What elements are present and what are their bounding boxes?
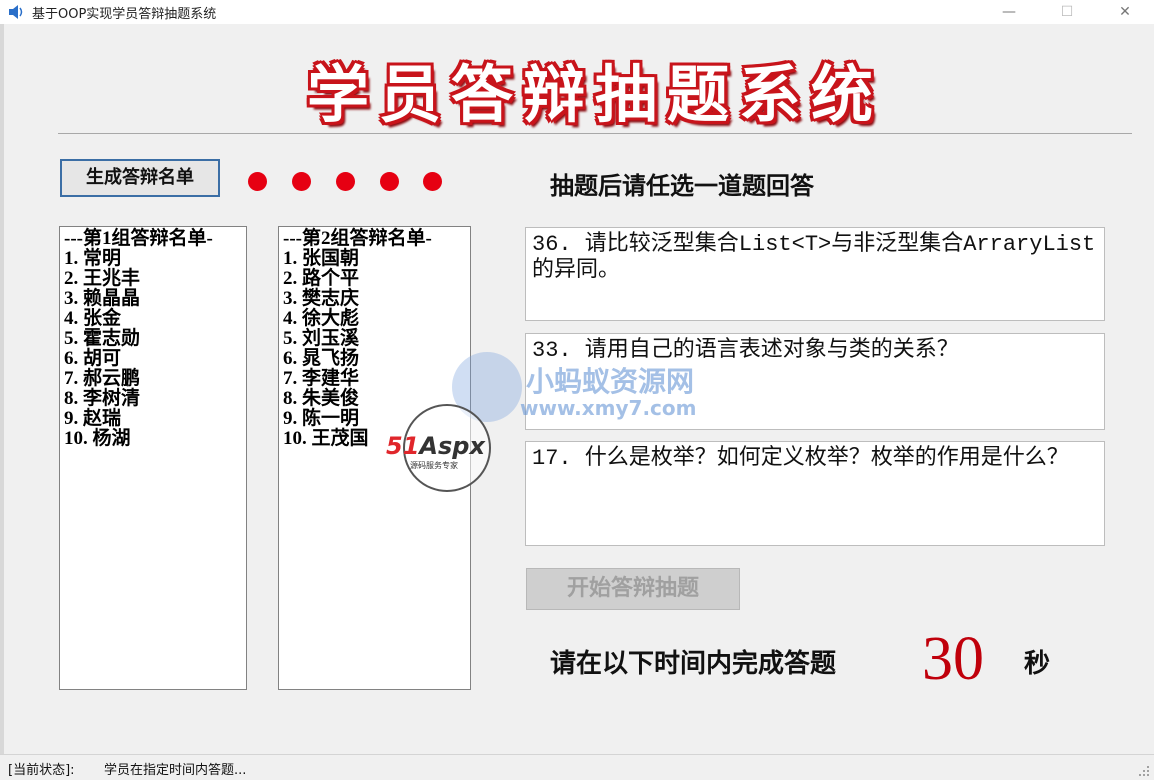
- list-item[interactable]: 5. 刘玉溪: [283, 329, 466, 349]
- list-item[interactable]: 9. 赵瑞: [64, 409, 242, 429]
- list-item[interactable]: 2. 王兆丰: [64, 269, 242, 289]
- close-button[interactable]: ✕: [1096, 0, 1154, 24]
- list-item[interactable]: 1. 常明: [64, 249, 242, 269]
- indicator-dot: [336, 172, 355, 191]
- status-bar: [当前状态]: 学员在指定时间内答题...: [0, 754, 1154, 780]
- speaker-icon: [9, 5, 23, 19]
- watermark-site-name: 小蚂蚁资源网: [526, 365, 695, 398]
- list-item[interactable]: 3. 赖晶晶: [64, 289, 242, 309]
- list-header[interactable]: ---第2组答辩名单-: [283, 229, 466, 249]
- list-item[interactable]: 6. 晁飞扬: [283, 349, 466, 369]
- list-item[interactable]: 2. 路个平: [283, 269, 466, 289]
- generate-list-button[interactable]: 生成答辩名单: [60, 159, 220, 197]
- list-item[interactable]: 3. 樊志庆: [283, 289, 466, 309]
- list-header[interactable]: ---第1组答辩名单-: [64, 229, 242, 249]
- instruction-text: 抽题后请任选一道题回答: [550, 172, 814, 200]
- window-edge: [0, 24, 4, 754]
- question-box-1[interactable]: 36. 请比较泛型集合List<T>与非泛型集合ArraryList的异同。: [525, 227, 1105, 321]
- timer-unit: 秒: [1024, 649, 1051, 679]
- question-box-3[interactable]: 17. 什么是枚举？如何定义枚举？枚举的作用是什么？: [525, 441, 1105, 546]
- watermark-badge-number: 51: [386, 432, 420, 460]
- indicator-dot: [248, 172, 267, 191]
- indicator-dot: [292, 172, 311, 191]
- indicator-dot: [380, 172, 399, 191]
- maximize-button[interactable]: ☐: [1038, 0, 1096, 24]
- divider: [58, 133, 1132, 134]
- timer-label: 请在以下时间内完成答题: [550, 649, 837, 679]
- list-item[interactable]: 10. 杨湖: [64, 429, 242, 449]
- title-bar: 基于OOP实现学员答辩抽题系统 — ☐ ✕: [0, 0, 1154, 24]
- list-item[interactable]: 7. 李建华: [283, 369, 466, 389]
- window-title: 基于OOP实现学员答辩抽题系统: [32, 7, 217, 22]
- list-item[interactable]: 4. 张金: [64, 309, 242, 329]
- list-item[interactable]: 7. 郝云鹏: [64, 369, 242, 389]
- group1-listbox[interactable]: ---第1组答辩名单- 1. 常明 2. 王兆丰 3. 赖晶晶 4. 张金 5.…: [59, 226, 247, 690]
- minimize-button[interactable]: —: [980, 0, 1038, 24]
- timer-value: 30: [922, 625, 984, 693]
- watermark-badge-subtitle: 源码服务专家: [410, 461, 458, 470]
- list-item[interactable]: 5. 霍志勋: [64, 329, 242, 349]
- watermark-site-url: www.xmy7.com: [520, 396, 697, 420]
- list-item[interactable]: 1. 张国朝: [283, 249, 466, 269]
- list-item[interactable]: 8. 李树清: [64, 389, 242, 409]
- list-item[interactable]: 6. 胡可: [64, 349, 242, 369]
- watermark-badge-text: 51Aspx: [386, 432, 485, 460]
- start-draw-button[interactable]: 开始答辩抽题: [526, 568, 740, 610]
- indicator-dot: [423, 172, 442, 191]
- status-text: 学员在指定时间内答题...: [104, 763, 247, 778]
- status-label: [当前状态]:: [8, 763, 75, 778]
- resize-grip-icon[interactable]: [1138, 765, 1150, 777]
- watermark-badge-word: Aspx: [419, 432, 485, 460]
- list-item[interactable]: 4. 徐大彪: [283, 309, 466, 329]
- banner-title: 学员答辩抽题系统: [306, 58, 883, 131]
